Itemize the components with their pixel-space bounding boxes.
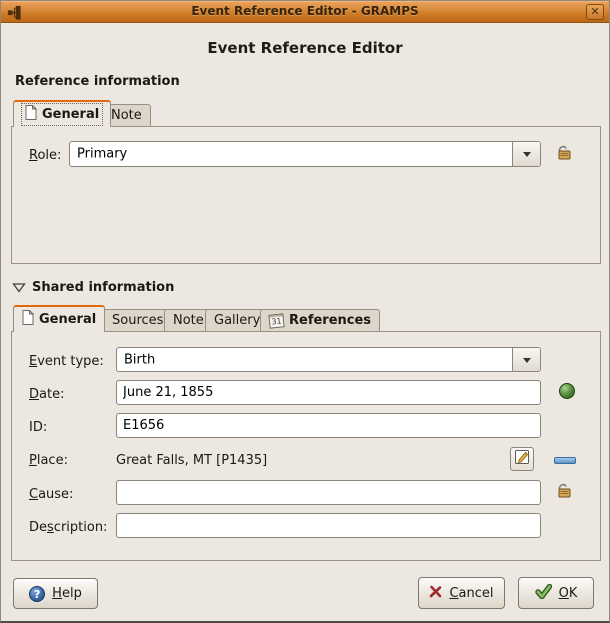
- window-title: Event Reference Editor - GRAMPS: [1, 4, 609, 18]
- date-input[interactable]: [116, 380, 541, 405]
- tab-shared-general-label: General: [39, 312, 96, 327]
- event-type-label: Event type:: [29, 354, 104, 369]
- ok-check-icon: [535, 584, 552, 603]
- tab-ref-note-label: Note: [111, 108, 142, 123]
- event-reference-editor-window: Event Reference Editor - GRAMPS ✕ Event …: [0, 0, 610, 623]
- privacy-lock-icon-cause[interactable]: [554, 481, 574, 504]
- role-label: Role:: [29, 148, 61, 163]
- date-validity-led-button[interactable]: [559, 383, 575, 399]
- cause-input[interactable]: [116, 480, 541, 505]
- role-value: Primary: [77, 147, 127, 162]
- tab-shared-references[interactable]: 31 References: [260, 309, 380, 331]
- cancel-button-label: Cancel: [449, 586, 493, 601]
- edit-pencil-icon: [514, 449, 530, 469]
- tab-ref-general-label: General: [42, 107, 99, 122]
- place-value: Great Falls, MT [P1435]: [116, 453, 267, 468]
- date-label: Date:: [29, 387, 64, 402]
- tab-shared-references-label: References: [289, 313, 371, 328]
- page-icon: [25, 105, 37, 124]
- edit-place-button[interactable]: [510, 447, 534, 471]
- id-input[interactable]: [116, 413, 541, 438]
- place-label: Place:: [29, 453, 68, 468]
- description-input[interactable]: [116, 513, 541, 538]
- page-title: Event Reference Editor: [1, 39, 609, 57]
- ok-button[interactable]: OK: [518, 577, 594, 609]
- tab-shared-gallery-label: Gallery: [214, 313, 260, 328]
- help-icon: ?: [29, 586, 45, 602]
- close-icon[interactable]: ✕: [586, 4, 604, 20]
- titlebar[interactable]: Event Reference Editor - GRAMPS ✕: [1, 1, 609, 23]
- page-icon: [22, 310, 34, 329]
- tab-shared-sources-label: Sources: [112, 313, 163, 328]
- role-combobox[interactable]: Primary: [69, 141, 541, 167]
- role-dropdown-button[interactable]: [512, 142, 540, 166]
- event-type-combobox[interactable]: Birth: [116, 347, 541, 372]
- help-button-label: Help: [52, 586, 82, 601]
- chevron-down-icon: [523, 358, 531, 367]
- description-label: Description:: [29, 520, 107, 535]
- event-type-dropdown-button[interactable]: [512, 348, 540, 371]
- help-button[interactable]: ? Help: [13, 578, 98, 609]
- reference-section-title: Reference information: [15, 74, 180, 89]
- calendar-31-icon: 31: [268, 313, 284, 328]
- ok-button-label: OK: [559, 586, 578, 601]
- tab-ref-general[interactable]: General: [13, 100, 111, 127]
- tab-shared-note-label: Note: [173, 313, 204, 328]
- tab-shared-general[interactable]: General: [13, 305, 105, 332]
- shared-section-title: Shared information: [32, 280, 174, 295]
- event-type-value: Birth: [124, 352, 155, 367]
- chevron-down-icon: [523, 152, 531, 161]
- cancel-button[interactable]: Cancel: [418, 577, 505, 609]
- privacy-lock-icon-role[interactable]: [554, 143, 574, 166]
- cause-label: Cause:: [29, 487, 73, 502]
- id-label: ID:: [29, 420, 47, 435]
- cancel-x-icon: [429, 585, 442, 602]
- tab-shared-sources[interactable]: Sources: [103, 309, 172, 331]
- shared-expander[interactable]: [12, 282, 26, 293]
- remove-place-icon[interactable]: [554, 457, 576, 464]
